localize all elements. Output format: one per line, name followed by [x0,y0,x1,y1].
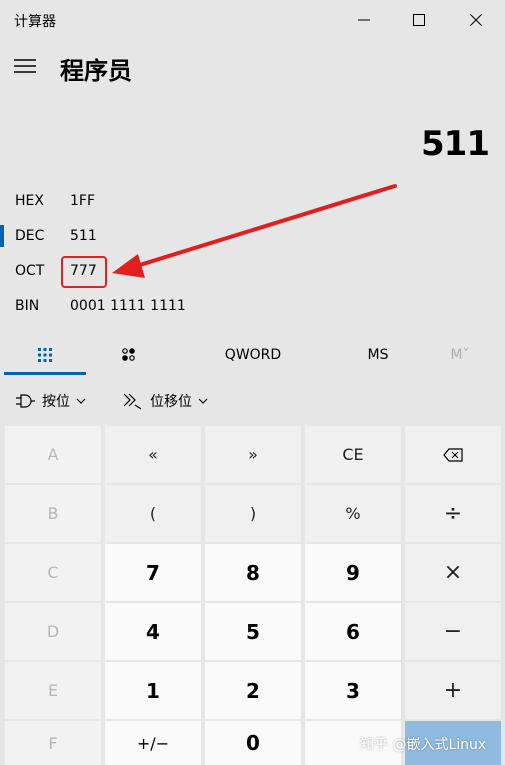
key-close-paren[interactable]: ) [205,485,301,542]
radix-value: 511 [70,228,97,244]
result-display: 511 [421,124,490,164]
key-3[interactable]: 3 [305,662,401,719]
bitwise-dropdown[interactable]: 按位 [14,378,86,424]
bitwise-label: 按位 [42,394,70,410]
key-add[interactable]: + [405,662,501,719]
key-multiply[interactable]: × [405,544,501,601]
radix-label: HEX [15,193,44,209]
key-hex-d[interactable]: D [5,603,101,660]
key-modulo[interactable]: % [305,485,401,542]
key-0[interactable]: 0 [205,721,301,765]
annotation-box [61,256,107,288]
radix-value: 0001 1111 1111 [70,298,186,314]
bitshift-label: 位移位 [150,394,192,410]
radix-label: DEC [15,228,45,244]
tab-word-size[interactable]: QWORD [200,334,306,376]
backspace-icon [443,447,463,462]
mode-title: 程序员 [60,57,132,85]
key-shift-right[interactable]: » [205,426,301,483]
key-6[interactable]: 6 [305,603,401,660]
key-shift-left[interactable]: « [105,426,201,483]
key-clear-entry[interactable]: CE [305,426,401,483]
tab-memory-view[interactable]: M˅ [430,334,490,376]
radix-bin-row[interactable]: BIN 0001 1111 1111 [0,291,505,323]
key-1[interactable]: 1 [105,662,201,719]
key-open-paren[interactable]: ( [105,485,201,542]
minimize-icon [358,19,370,21]
key-2[interactable]: 2 [205,662,301,719]
radix-hex-row[interactable]: HEX 1FF [0,186,505,218]
maximize-button[interactable] [392,0,446,40]
close-icon [470,14,482,26]
key-hex-f[interactable]: F [5,721,101,765]
chevron-down-icon [76,398,86,404]
key-4[interactable]: 4 [105,603,201,660]
app-title: 计算器 [14,14,56,30]
minimize-button[interactable] [337,0,391,40]
header: 程序员 [0,44,505,90]
key-hex-e[interactable]: E [5,662,101,719]
key-subtract[interactable]: − [405,603,501,660]
key-7[interactable]: 7 [105,544,201,601]
bitshift-icon [123,393,142,410]
key-9[interactable]: 9 [305,544,401,601]
radix-label: BIN [15,298,40,314]
radix-value: 1FF [70,193,96,209]
key-hex-a[interactable]: A [5,426,101,483]
tab-keypad[interactable] [4,334,86,376]
active-tab-underline [4,372,86,375]
logic-gate-icon [16,394,35,408]
key-hex-c[interactable]: C [5,544,101,601]
hamburger-icon [14,59,36,73]
tab-bit-toggle[interactable] [88,334,170,376]
chevron-down-icon [198,398,208,404]
key-8[interactable]: 8 [205,544,301,601]
bitshift-dropdown[interactable]: 位移位 [122,378,208,424]
title-bar: 计算器 [0,0,505,40]
key-divide[interactable]: ÷ [405,485,501,542]
bit-toggle-icon [122,348,135,361]
watermark: 知乎 @嵌入式Linux [360,737,487,753]
keypad-icon [38,348,52,362]
key-negate[interactable]: +/− [105,721,201,765]
radix-dec-row[interactable]: DEC 511 [0,221,505,253]
close-button[interactable] [449,0,503,40]
key-backspace[interactable] [405,426,501,483]
menu-button[interactable] [12,54,38,78]
mode-tabs: QWORD MS M˅ [0,334,505,376]
active-indicator [0,225,4,247]
key-hex-b[interactable]: B [5,485,101,542]
tab-memory-store[interactable]: MS [340,334,416,376]
radix-label: OCT [15,263,45,279]
maximize-icon [413,14,425,26]
key-5[interactable]: 5 [205,603,301,660]
operation-bar: 按位 位移位 [4,378,501,424]
